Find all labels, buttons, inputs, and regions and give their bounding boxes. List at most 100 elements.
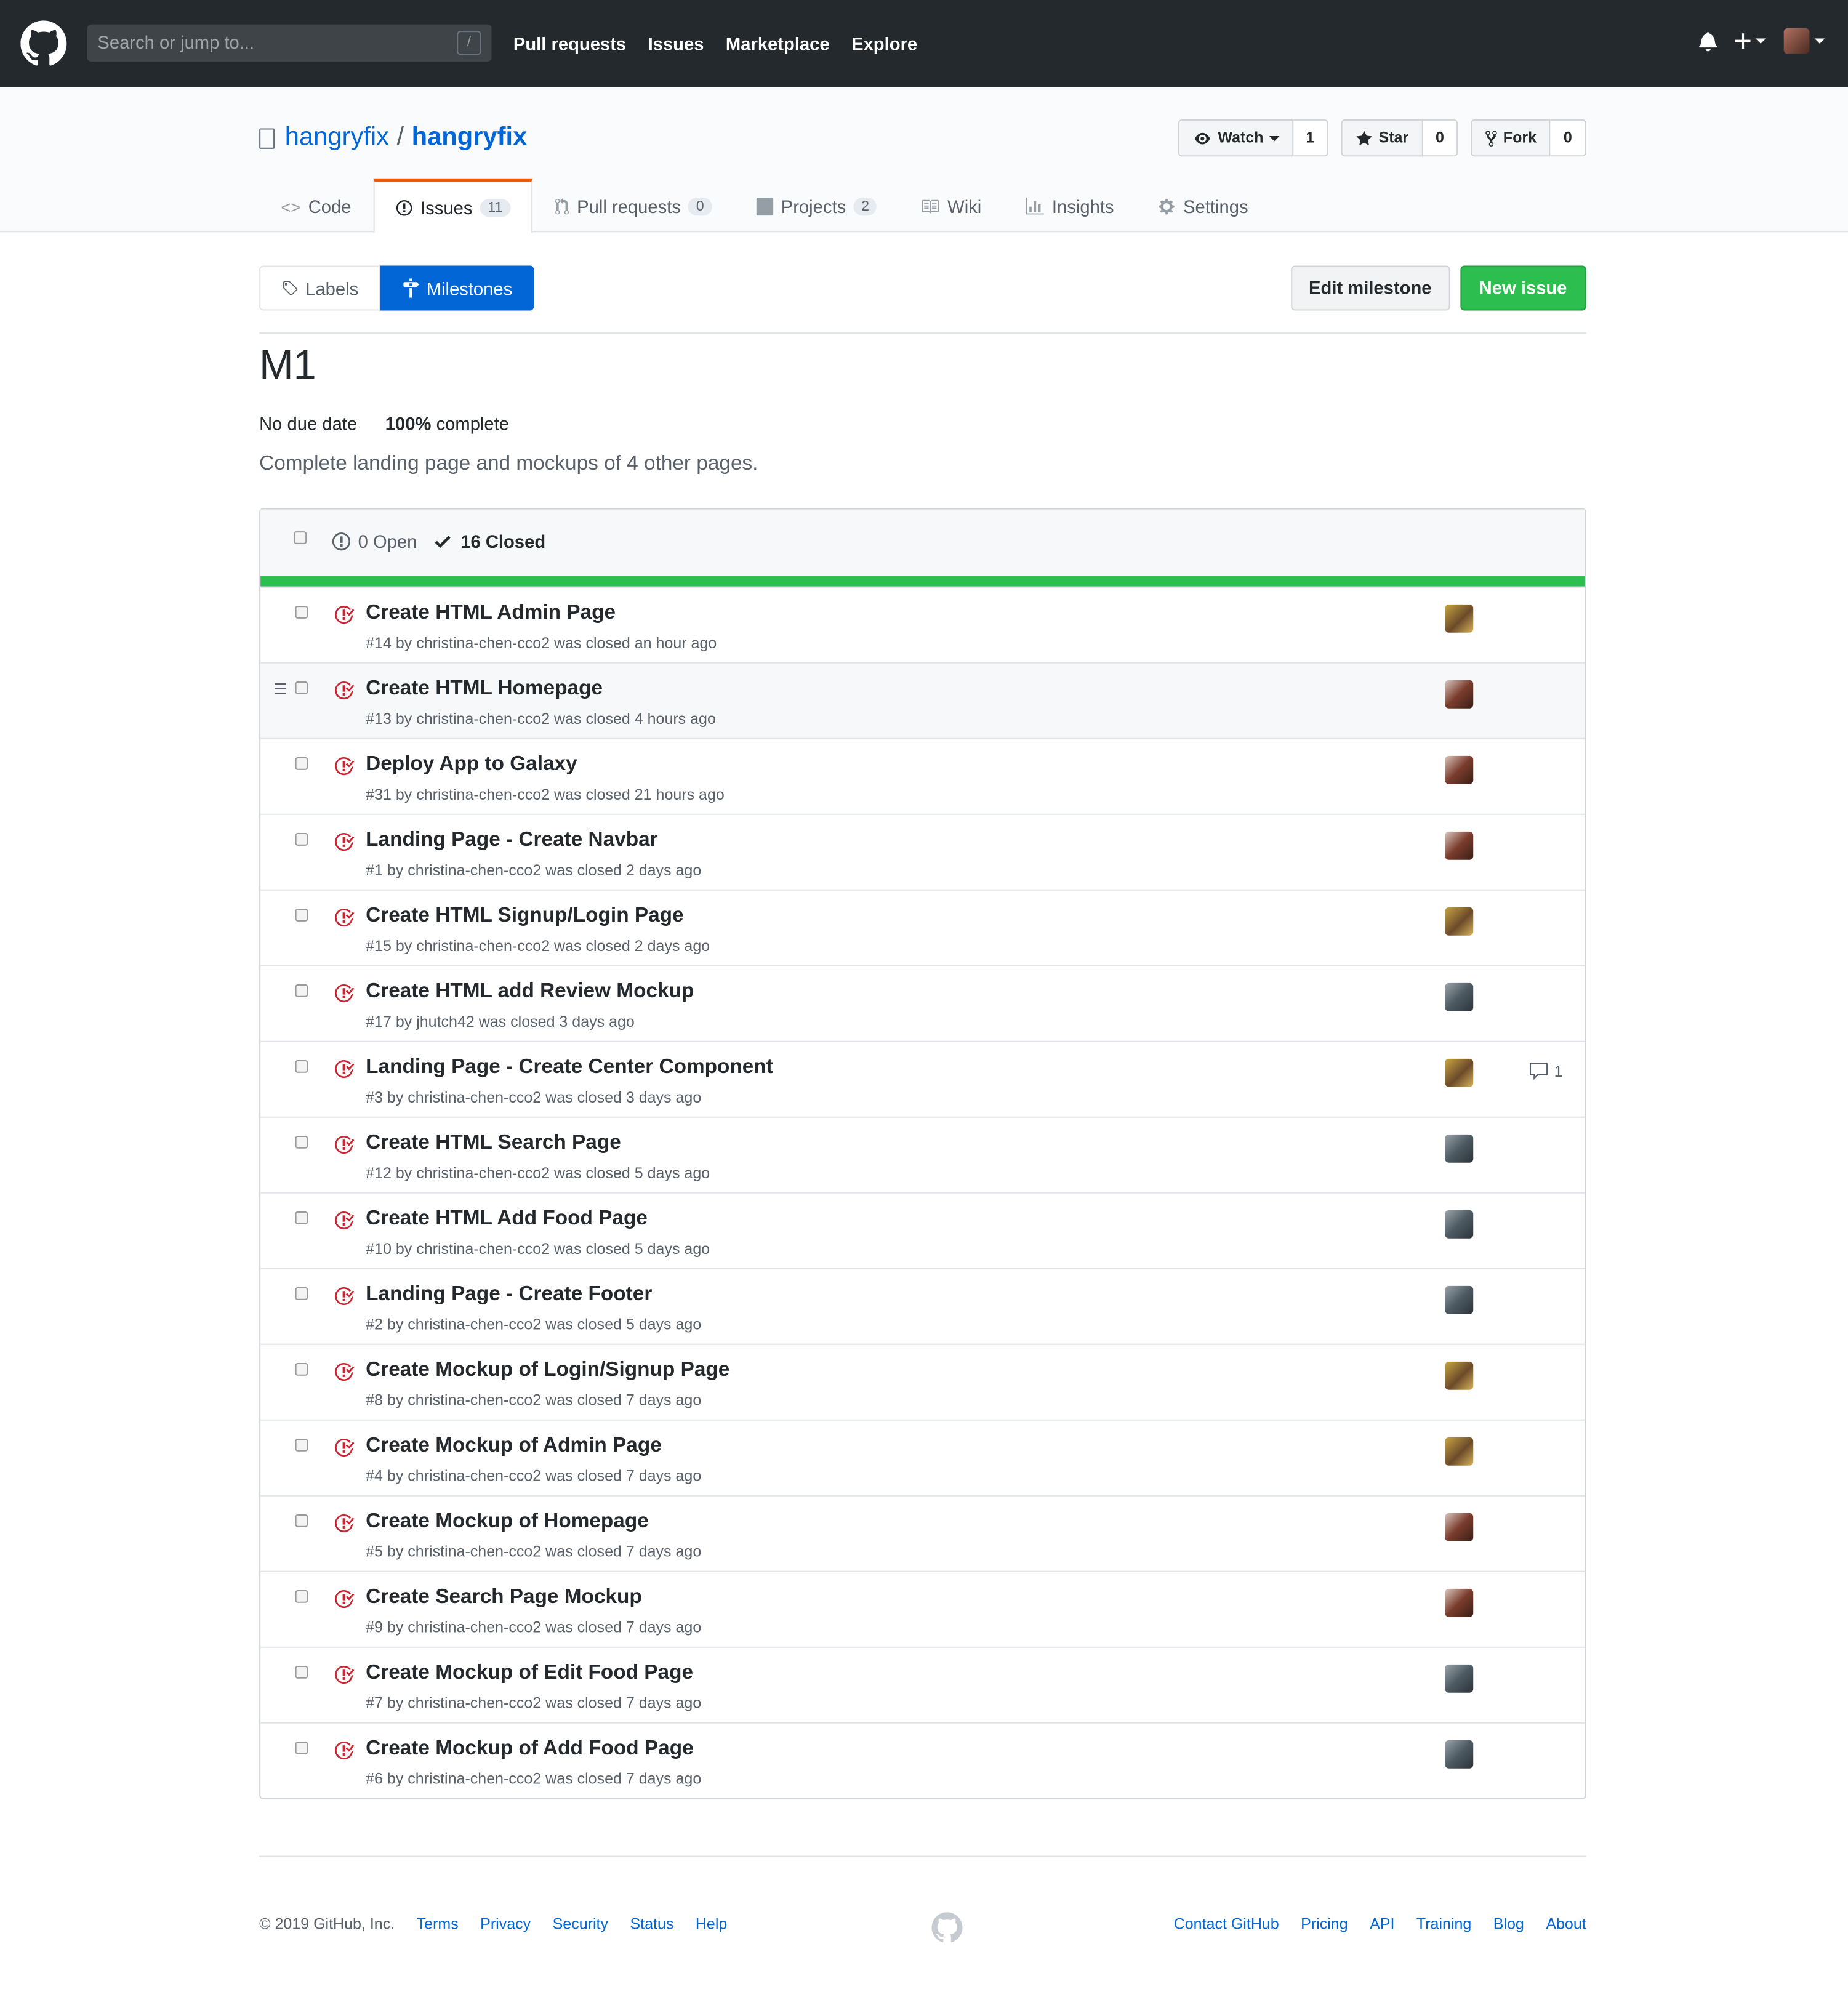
- issue-checkbox[interactable]: [295, 1362, 308, 1376]
- issue-title-link[interactable]: Create HTML add Review Mockup: [366, 981, 694, 1004]
- issue-title-link[interactable]: Create Mockup of Add Food Page: [366, 1738, 693, 1761]
- assignee-avatar[interactable]: [1445, 1361, 1474, 1390]
- tab-settings[interactable]: Settings: [1136, 179, 1270, 233]
- repo-name-link[interactable]: hangryfix: [412, 123, 528, 153]
- issue-row[interactable]: Create HTML Admin Page #14 by christina-c…: [260, 586, 1585, 662]
- issue-checkbox[interactable]: [295, 1514, 308, 1527]
- footer-link-api[interactable]: API: [1370, 1915, 1394, 1932]
- issue-title-link[interactable]: Create Search Page Mockup: [366, 1586, 642, 1610]
- assignee-avatar[interactable]: [1445, 1437, 1474, 1466]
- assignee-avatar[interactable]: [1445, 1664, 1474, 1693]
- issue-title-link[interactable]: Create Mockup of Admin Page: [366, 1435, 662, 1458]
- star-count[interactable]: 0: [1423, 119, 1458, 157]
- issue-title-link[interactable]: Landing Page - Create Center Component: [366, 1056, 773, 1080]
- footer-link-training[interactable]: Training: [1416, 1915, 1471, 1932]
- issue-checkbox[interactable]: [295, 1741, 308, 1754]
- open-filter[interactable]: 0 Open: [332, 531, 417, 552]
- issue-row[interactable]: Landing Page - Create Navbar #1 by christ…: [260, 813, 1585, 890]
- assignee-avatar[interactable]: [1445, 680, 1474, 709]
- issue-title-link[interactable]: Create HTML Add Food Page: [366, 1208, 648, 1231]
- issue-row[interactable]: Create HTML Add Food Page #10 by christin…: [260, 1192, 1585, 1268]
- milestones-tab[interactable]: Milestones: [380, 265, 534, 311]
- assignee-avatar[interactable]: [1445, 1058, 1474, 1087]
- issue-row[interactable]: Deploy App to Galaxy #31 by christina-che…: [260, 737, 1585, 814]
- issue-checkbox[interactable]: [295, 1665, 308, 1679]
- issue-title-link[interactable]: Create HTML Homepage: [366, 678, 603, 701]
- footer-link-pricing[interactable]: Pricing: [1301, 1915, 1348, 1932]
- issue-checkbox[interactable]: [295, 681, 308, 694]
- footer-link-blog[interactable]: Blog: [1493, 1915, 1524, 1932]
- assignee-avatar[interactable]: [1445, 1210, 1474, 1239]
- tab-issues[interactable]: Issues 11: [372, 178, 532, 234]
- drag-handle-icon[interactable]: ☰: [273, 680, 287, 698]
- assignee-avatar[interactable]: [1445, 1285, 1474, 1314]
- issue-row[interactable]: Create Search Page Mockup #9 by christina…: [260, 1570, 1585, 1647]
- labels-tab[interactable]: Labels: [259, 265, 380, 311]
- issue-title-link[interactable]: Create Mockup of Homepage: [366, 1511, 649, 1534]
- issue-title-link[interactable]: Create Mockup of Login/Signup Page: [366, 1359, 729, 1383]
- repo-owner-link[interactable]: hangryfix: [285, 123, 389, 153]
- tab-code[interactable]: <> Code: [259, 179, 373, 233]
- issue-title-link[interactable]: Create HTML Signup/Login Page: [366, 905, 683, 928]
- new-issue-button[interactable]: New issue: [1460, 265, 1586, 311]
- issue-checkbox[interactable]: [295, 1211, 308, 1224]
- nav-pull-requests[interactable]: Pull requests: [513, 33, 626, 54]
- assignee-avatar[interactable]: [1445, 982, 1474, 1011]
- tab-projects[interactable]: Projects 2: [734, 179, 899, 233]
- tab-insights[interactable]: Insights: [1003, 179, 1136, 233]
- assignee-avatar[interactable]: [1445, 1588, 1474, 1617]
- edit-milestone-button[interactable]: Edit milestone: [1290, 265, 1450, 311]
- assignee-avatar[interactable]: [1445, 907, 1474, 936]
- fork-count[interactable]: 0: [1550, 119, 1586, 157]
- footer-link-privacy[interactable]: Privacy: [480, 1915, 531, 1932]
- issue-row[interactable]: Create HTML Search Page #12 by christina-…: [260, 1116, 1585, 1192]
- comments-link[interactable]: 1: [1529, 1061, 1563, 1082]
- fork-button[interactable]: Fork: [1471, 119, 1551, 157]
- footer-link-help[interactable]: Help: [696, 1915, 727, 1932]
- issue-row[interactable]: Create Mockup of Login/Signup Page #8 by …: [260, 1343, 1585, 1420]
- issue-row[interactable]: Create HTML add Review Mockup #17 by jhut…: [260, 965, 1585, 1041]
- github-mark-icon[interactable]: [931, 1912, 963, 1943]
- assignee-avatar[interactable]: [1445, 1134, 1474, 1163]
- closed-filter[interactable]: 16 Closed: [435, 531, 545, 552]
- plus-icon[interactable]: [1735, 31, 1766, 51]
- tab-pull-requests[interactable]: Pull requests 0: [532, 179, 733, 233]
- issue-title-link[interactable]: Create HTML Admin Page: [366, 602, 616, 625]
- issue-checkbox[interactable]: [295, 832, 308, 846]
- search-input[interactable]: Search or jump to... /: [87, 24, 492, 62]
- assignee-avatar[interactable]: [1445, 831, 1474, 860]
- issue-row[interactable]: Create Mockup of Homepage #5 by christina…: [260, 1495, 1585, 1571]
- issue-row[interactable]: Create Mockup of Edit Food Page #7 by chr…: [260, 1646, 1585, 1722]
- issue-checkbox[interactable]: [295, 605, 308, 619]
- issue-checkbox[interactable]: [295, 1589, 308, 1603]
- footer-link-contact[interactable]: Contact GitHub: [1174, 1915, 1279, 1932]
- github-logo-icon[interactable]: [20, 20, 67, 66]
- nav-issues[interactable]: Issues: [648, 33, 704, 54]
- nav-explore[interactable]: Explore: [851, 33, 917, 54]
- watch-count[interactable]: 1: [1293, 119, 1329, 157]
- issue-checkbox[interactable]: [295, 1287, 308, 1300]
- issue-checkbox[interactable]: [295, 757, 308, 770]
- issue-row[interactable]: Landing Page - Create Footer #2 by christ…: [260, 1268, 1585, 1344]
- footer-link-terms[interactable]: Terms: [417, 1915, 459, 1932]
- star-button[interactable]: Star: [1341, 119, 1423, 157]
- issue-checkbox[interactable]: [295, 908, 308, 922]
- issue-title-link[interactable]: Create Mockup of Edit Food Page: [366, 1662, 693, 1686]
- issue-title-link[interactable]: Create HTML Search Page: [366, 1132, 621, 1155]
- assignee-avatar[interactable]: [1445, 604, 1474, 633]
- user-menu[interactable]: [1783, 28, 1825, 54]
- nav-marketplace[interactable]: Marketplace: [726, 33, 830, 54]
- issue-checkbox[interactable]: [295, 1135, 308, 1149]
- issue-title-link[interactable]: Landing Page - Create Navbar: [366, 829, 658, 853]
- issue-row[interactable]: Create Mockup of Add Food Page #6 by chri…: [260, 1722, 1585, 1798]
- tab-wiki[interactable]: Wiki: [899, 179, 1003, 233]
- issue-row[interactable]: Landing Page - Create Center Component #3…: [260, 1040, 1585, 1117]
- watch-button[interactable]: Watch: [1178, 119, 1293, 157]
- issue-checkbox[interactable]: [295, 1438, 308, 1452]
- assignee-avatar[interactable]: [1445, 1740, 1474, 1769]
- bell-icon[interactable]: [1699, 31, 1717, 52]
- issue-checkbox[interactable]: [295, 1059, 308, 1073]
- issue-title-link[interactable]: Deploy App to Galaxy: [366, 753, 577, 777]
- assignee-avatar[interactable]: [1445, 755, 1474, 784]
- footer-link-security[interactable]: Security: [553, 1915, 608, 1932]
